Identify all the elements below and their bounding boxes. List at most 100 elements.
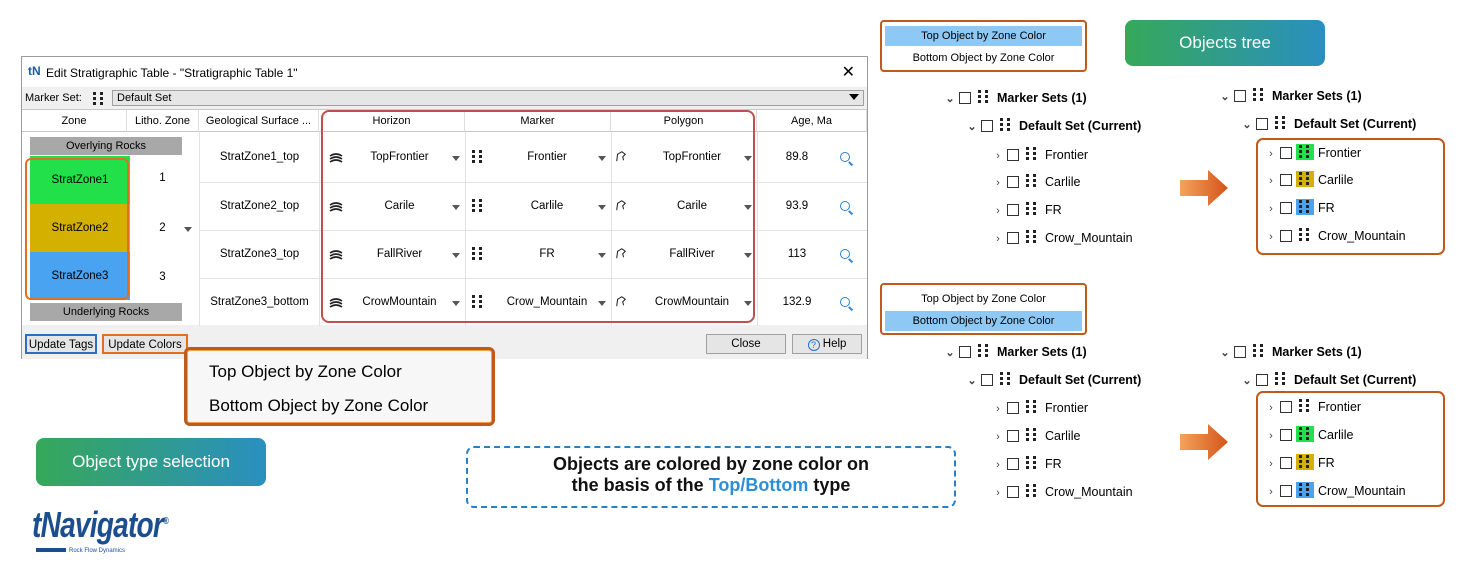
- search-icon[interactable]: [840, 297, 850, 307]
- close-button[interactable]: Close: [706, 334, 786, 354]
- surface-cell[interactable]: StratZone2_top: [202, 200, 317, 212]
- help-button[interactable]: ? Help: [792, 334, 862, 354]
- mini-item-top[interactable]: Top Object by Zone Color: [885, 289, 1082, 309]
- marker-icon: [1023, 173, 1041, 189]
- tree-item-label[interactable]: Crow_Mountain: [1045, 485, 1133, 499]
- checkbox[interactable]: [1256, 118, 1268, 130]
- marker-set-row: Marker Set: Default Set: [22, 88, 867, 108]
- age-cell[interactable]: 132.9: [777, 296, 817, 308]
- chevron-right-icon[interactable]: ›: [991, 455, 1005, 475]
- header-geological-surface[interactable]: Geological Surface ...: [199, 110, 319, 132]
- chevron-right-icon[interactable]: ›: [991, 146, 1005, 166]
- surface-cell[interactable]: StratZone3_top: [202, 248, 317, 260]
- marker-set-icon: [975, 343, 993, 359]
- logo-bar: [36, 548, 66, 552]
- checkbox[interactable]: [981, 374, 993, 386]
- chevron-down-icon[interactable]: ⌄: [965, 117, 979, 137]
- tree-item-label[interactable]: FR: [1045, 457, 1062, 471]
- chevron-down-icon[interactable]: [184, 227, 192, 232]
- surface-cell[interactable]: StratZone3_bottom: [202, 296, 317, 308]
- note-line-2: the basis of the Top/Bottom type: [468, 475, 954, 496]
- tree-set-label[interactable]: Default Set (Current): [1294, 373, 1416, 387]
- checkbox[interactable]: [1007, 176, 1019, 188]
- header-litho-zone[interactable]: Litho. Zone: [127, 110, 199, 132]
- title-bar: tN Edit Stratigraphic Table - "Stratigra…: [22, 57, 867, 87]
- checkbox[interactable]: [1007, 402, 1019, 414]
- header-age[interactable]: Age, Ma: [757, 110, 867, 132]
- close-icon[interactable]: ✕: [842, 62, 855, 81]
- arrow-right-icon: [1180, 424, 1228, 460]
- app-logo-icon: tN: [28, 64, 41, 78]
- update-tags-button[interactable]: Update Tags: [25, 334, 97, 354]
- chevron-down-icon[interactable]: ⌄: [1240, 371, 1254, 391]
- litho-zone-1: 1: [159, 172, 166, 184]
- tree-set-label[interactable]: Default Set (Current): [1019, 119, 1141, 133]
- checkbox[interactable]: [1007, 149, 1019, 161]
- logo-text: tNavigator: [32, 504, 164, 545]
- checkbox[interactable]: [959, 92, 971, 104]
- marker-icon: [1023, 427, 1041, 443]
- tree-set-label[interactable]: Default Set (Current): [1294, 117, 1416, 131]
- chevron-right-icon[interactable]: ›: [991, 229, 1005, 249]
- chevron-down-icon[interactable]: ⌄: [965, 371, 979, 391]
- chevron-right-icon[interactable]: ›: [991, 483, 1005, 503]
- age-cell[interactable]: 113: [777, 248, 817, 260]
- checkbox[interactable]: [1007, 458, 1019, 470]
- chevron-down-icon[interactable]: ⌄: [943, 343, 957, 363]
- litho-zone-3: 3: [159, 271, 166, 283]
- chevron-right-icon[interactable]: ›: [991, 427, 1005, 447]
- marker-icon: [1023, 146, 1041, 162]
- search-icon[interactable]: [840, 201, 850, 211]
- chevron-right-icon[interactable]: ›: [991, 399, 1005, 419]
- marker-icon: [1023, 201, 1041, 217]
- update-colors-menu: Top Object by Zone Color Bottom Object b…: [184, 347, 495, 426]
- checkbox[interactable]: [1007, 204, 1019, 216]
- tree-root-label[interactable]: Marker Sets (1): [1272, 345, 1362, 359]
- chevron-right-icon[interactable]: ›: [991, 173, 1005, 193]
- tree-item-label[interactable]: Crow_Mountain: [1045, 231, 1133, 245]
- tree-set-label[interactable]: Default Set (Current): [1019, 373, 1141, 387]
- logo-subtitle: Rock Flow Dynamics: [36, 548, 125, 554]
- chevron-down-icon[interactable]: ⌄: [1218, 87, 1232, 107]
- menu-item-bottom-object[interactable]: Bottom Object by Zone Color: [209, 396, 428, 416]
- tree-item-label[interactable]: Frontier: [1045, 401, 1088, 415]
- chevron-down-icon[interactable]: ⌄: [943, 89, 957, 109]
- arrow-right-icon: [1180, 170, 1228, 206]
- checkbox[interactable]: [1234, 346, 1246, 358]
- checkbox[interactable]: [981, 120, 993, 132]
- chevron-right-icon[interactable]: ›: [991, 201, 1005, 221]
- tree-root-label[interactable]: Marker Sets (1): [1272, 89, 1362, 103]
- checkbox[interactable]: [959, 346, 971, 358]
- tree-item-label[interactable]: FR: [1045, 203, 1062, 217]
- tree-root-label[interactable]: Marker Sets (1): [997, 345, 1087, 359]
- checkbox[interactable]: [1256, 374, 1268, 386]
- marker-icon: [1023, 483, 1041, 499]
- chevron-down-icon[interactable]: ⌄: [1218, 343, 1232, 363]
- mini-item-bottom-selected[interactable]: Bottom Object by Zone Color: [885, 311, 1082, 331]
- checkbox[interactable]: [1007, 232, 1019, 244]
- tree-root-label[interactable]: Marker Sets (1): [997, 91, 1087, 105]
- tree-item-label[interactable]: Carlile: [1045, 175, 1080, 189]
- litho-zone-2[interactable]: 2: [140, 222, 185, 234]
- note-highlight: Top/Bottom: [708, 475, 809, 495]
- header-zone[interactable]: Zone: [22, 110, 127, 132]
- marker-set-select[interactable]: Default Set: [112, 90, 864, 106]
- tree-item-label[interactable]: Frontier: [1045, 148, 1088, 162]
- search-icon[interactable]: [840, 152, 850, 162]
- menu-item-top-object[interactable]: Top Object by Zone Color: [209, 362, 402, 382]
- mini-item-bottom[interactable]: Bottom Object by Zone Color: [885, 48, 1082, 68]
- age-cell[interactable]: 89.8: [777, 151, 817, 163]
- checkbox[interactable]: [1007, 486, 1019, 498]
- surface-cell[interactable]: StratZone1_top: [202, 151, 317, 163]
- tree-item-label[interactable]: Carlile: [1045, 429, 1080, 443]
- colored-markers-highlight-bottom: [1256, 391, 1445, 507]
- search-icon[interactable]: [840, 249, 850, 259]
- update-colors-button[interactable]: Update Colors: [102, 334, 188, 354]
- checkbox[interactable]: [1007, 430, 1019, 442]
- mini-item-top-selected[interactable]: Top Object by Zone Color: [885, 26, 1082, 46]
- chevron-down-icon: [849, 94, 859, 100]
- note-text: the basis of the: [571, 475, 709, 495]
- age-cell[interactable]: 93.9: [777, 200, 817, 212]
- chevron-down-icon[interactable]: ⌄: [1240, 115, 1254, 135]
- checkbox[interactable]: [1234, 90, 1246, 102]
